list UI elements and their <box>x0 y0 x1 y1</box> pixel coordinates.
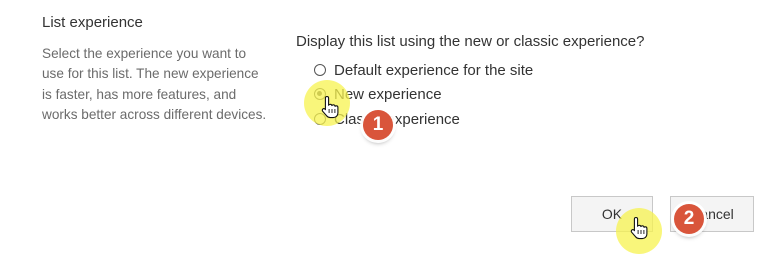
option-default-experience[interactable]: Default experience for the site <box>314 59 533 81</box>
section-title: List experience <box>42 14 143 31</box>
section-description: Select the experience you want to use fo… <box>42 46 267 123</box>
option-label: Default experience for the site <box>334 61 534 79</box>
option-label: Classic experience <box>334 110 460 128</box>
step-badge-2: 2 <box>674 204 704 234</box>
hand-pointer-icon <box>321 95 339 119</box>
option-label: New experience <box>334 85 442 103</box>
experience-question: Display this list using the new or class… <box>296 33 645 50</box>
radio-default-experience[interactable] <box>314 64 326 76</box>
hand-pointer-icon <box>630 216 648 240</box>
step-badge-1: 1 <box>363 110 393 140</box>
